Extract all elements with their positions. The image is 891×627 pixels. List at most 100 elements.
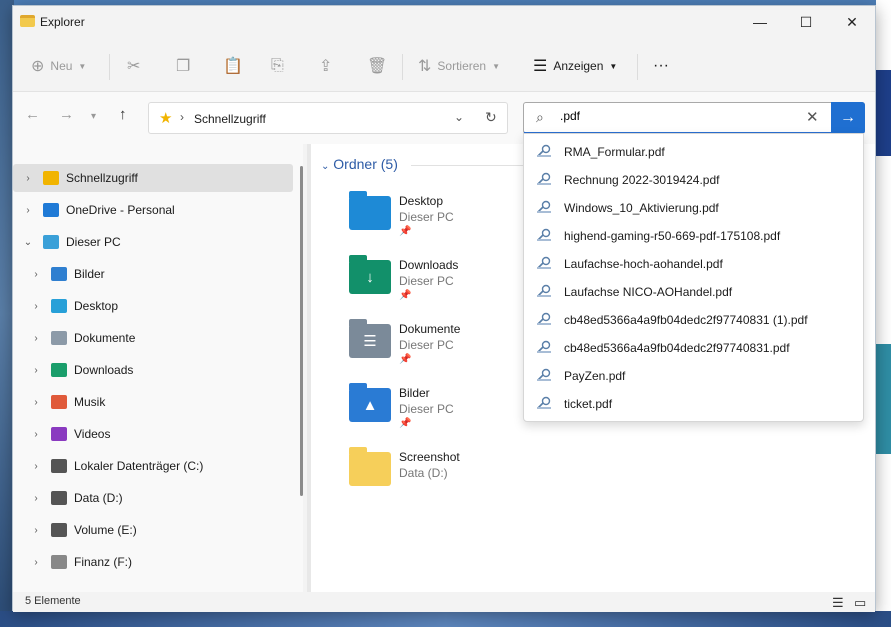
back-button[interactable]: ← bbox=[25, 106, 40, 123]
sidebar-item[interactable]: › Lokaler Datenträger (C:) bbox=[13, 452, 293, 480]
suggestion-label: ticket.pdf bbox=[564, 397, 613, 411]
drive-icon bbox=[51, 491, 67, 505]
view-button[interactable]: ☰ Anzeigen ▼ bbox=[533, 40, 617, 92]
suggestion-item[interactable]: cb48ed5366a4a9fb04dedc2f97740831 (1).pdf bbox=[524, 305, 863, 333]
suggestion-label: Laufachse NICO-AOHandel.pdf bbox=[564, 285, 733, 299]
chevron-down-icon[interactable]: ⌄ bbox=[21, 237, 35, 248]
search-input[interactable] bbox=[560, 109, 790, 123]
sidebar-item[interactable]: › Data (D:) bbox=[13, 484, 293, 512]
suggestion-label: RMA_Formular.pdf bbox=[564, 145, 665, 159]
maximize-button[interactable]: ☐ bbox=[783, 6, 829, 38]
chevron-right-icon[interactable]: › bbox=[29, 429, 43, 440]
suggestion-item[interactable]: ticket.pdf bbox=[524, 389, 863, 417]
sidebar-item[interactable]: › OneDrive - Personal bbox=[13, 196, 293, 224]
rename-button[interactable]: ⎘ bbox=[271, 40, 284, 92]
more-icon: ··· bbox=[653, 57, 669, 74]
sidebar-item[interactable]: › Downloads bbox=[13, 356, 293, 384]
star-icon: ★ bbox=[159, 110, 173, 127]
chevron-right-icon[interactable]: › bbox=[29, 557, 43, 568]
new-button[interactable]: ⊕ Neu ▼ bbox=[31, 40, 86, 92]
sidebar-item[interactable]: › Finanz (F:) bbox=[13, 548, 293, 576]
sidebar-item[interactable]: › Videos bbox=[13, 420, 293, 448]
minimize-button[interactable]: — bbox=[737, 6, 783, 38]
downloads-folder-icon: ↓ bbox=[349, 255, 391, 294]
chevron-right-icon[interactable]: › bbox=[21, 205, 35, 216]
suggestion-item[interactable]: highend-gaming-r50-669-pdf-175108.pdf bbox=[524, 221, 863, 249]
chevron-right-icon[interactable]: › bbox=[29, 461, 43, 472]
sidebar-item-label: Schnellzugriff bbox=[66, 171, 138, 185]
suggestion-item[interactable]: PayZen.pdf bbox=[524, 361, 863, 389]
cloud-icon bbox=[43, 203, 59, 217]
suggestion-label: cb48ed5366a4a9fb04dedc2f97740831 (1).pdf bbox=[564, 313, 808, 327]
folder-location: Dieser PC bbox=[399, 402, 454, 416]
chevron-right-icon[interactable]: › bbox=[29, 269, 43, 280]
chevron-down-icon: ▼ bbox=[609, 61, 618, 71]
share-button[interactable]: ⇪ bbox=[319, 40, 332, 92]
folder-tile[interactable]: ☰ Dokumente Dieser PC 📌 bbox=[349, 319, 549, 376]
suggestion-item[interactable]: cb48ed5366a4a9fb04dedc2f97740831.pdf bbox=[524, 333, 863, 361]
suggestion-item[interactable]: Rechnung 2022-3019424.pdf bbox=[524, 165, 863, 193]
address-path[interactable]: Schnellzugriff bbox=[194, 112, 266, 126]
suggestion-item[interactable]: Laufachse-hoch-aohandel.pdf bbox=[524, 249, 863, 277]
up-button[interactable]: ↑ bbox=[119, 106, 127, 123]
pin-icon: 📌 bbox=[399, 290, 412, 301]
suggestion-label: highend-gaming-r50-669-pdf-175108.pdf bbox=[564, 229, 781, 243]
chevron-down-icon[interactable]: ⌄ bbox=[454, 110, 464, 124]
documents-folder-icon: ☰ bbox=[349, 319, 391, 358]
delete-button[interactable]: 🗑 bbox=[367, 40, 387, 92]
pin-icon: 📌 bbox=[399, 418, 412, 429]
forward-button[interactable]: → bbox=[59, 106, 74, 123]
more-options-button[interactable]: ··· bbox=[653, 40, 669, 92]
star-icon bbox=[43, 171, 59, 185]
sort-button[interactable]: ⇅ Sortieren ▼ bbox=[418, 40, 500, 92]
folder-group-header[interactable]: ⌄ Ordner (5) bbox=[321, 156, 398, 172]
sidebar-item[interactable]: › Musik bbox=[13, 388, 293, 416]
sidebar-item[interactable]: › Bilder bbox=[13, 260, 293, 288]
chevron-right-icon[interactable]: › bbox=[29, 525, 43, 536]
sidebar-item[interactable]: › Desktop bbox=[13, 292, 293, 320]
cut-button[interactable]: ✂ bbox=[127, 40, 140, 92]
chevron-right-icon[interactable]: › bbox=[29, 397, 43, 408]
folder-tile[interactable]: Screenshot Data (D:) bbox=[349, 447, 549, 504]
folder-tile[interactable]: ▲ Bilder Dieser PC 📌 bbox=[349, 383, 549, 440]
navigation-pane: › Schnellzugriff › OneDrive - Personal ⌄ Dies… bbox=[13, 144, 303, 592]
documents-icon bbox=[51, 331, 67, 345]
chevron-right-icon[interactable]: › bbox=[29, 301, 43, 312]
folder-tile[interactable]: Desktop Dieser PC 📌 bbox=[349, 191, 549, 248]
sidebar-item[interactable]: › Schnellzugriff bbox=[13, 164, 293, 192]
refresh-icon[interactable]: ↻ bbox=[485, 109, 497, 126]
clear-search-icon[interactable]: ✕ bbox=[806, 108, 819, 126]
details-view-icon[interactable]: ☰ bbox=[832, 595, 844, 611]
desktop-background-bottom bbox=[0, 611, 891, 627]
paste-button[interactable]: 📋 bbox=[223, 40, 243, 92]
address-bar[interactable]: ★ › Schnellzugriff ⌄ ↻ bbox=[148, 102, 508, 134]
folder-name: Dokumente bbox=[399, 322, 461, 336]
search-history-icon bbox=[536, 396, 552, 410]
folder-group-title: Ordner (5) bbox=[333, 156, 398, 172]
suggestion-item[interactable]: Windows_10_Aktivierung.pdf bbox=[524, 193, 863, 221]
share-icon: ⇪ bbox=[319, 58, 333, 75]
sidebar-item[interactable]: › Dokumente bbox=[13, 324, 293, 352]
copy-button[interactable]: ❐ bbox=[176, 40, 190, 92]
suggestion-item[interactable]: RMA_Formular.pdf bbox=[524, 137, 863, 165]
search-suggestions: RMA_Formular.pdf Rechnung 2022-3019424.pd… bbox=[523, 133, 864, 422]
view-icon: ☰ bbox=[533, 58, 548, 75]
suggestion-item[interactable]: Laufachse NICO-AOHandel.pdf bbox=[524, 277, 863, 305]
sidebar-scrollbar[interactable] bbox=[300, 166, 303, 496]
drive-icon bbox=[51, 523, 67, 537]
computer-icon bbox=[43, 235, 59, 249]
tiles-view-icon[interactable]: ▭ bbox=[854, 595, 866, 611]
search-box[interactable]: ⌕ ✕ → bbox=[523, 102, 865, 134]
chevron-right-icon[interactable]: › bbox=[29, 365, 43, 376]
chevron-right-icon[interactable]: › bbox=[29, 493, 43, 504]
search-submit-button[interactable]: → bbox=[831, 102, 865, 134]
sidebar-item[interactable]: › Volume (E:) bbox=[13, 516, 293, 544]
recent-locations-button[interactable]: ▾ bbox=[91, 111, 96, 122]
downloads-icon bbox=[51, 363, 67, 377]
chevron-right-icon[interactable]: › bbox=[21, 173, 35, 184]
sidebar-item[interactable]: ⌄ Dieser PC bbox=[13, 228, 293, 256]
close-button[interactable]: ✕ bbox=[829, 6, 875, 38]
folder-tile[interactable]: ↓ Downloads Dieser PC 📌 bbox=[349, 255, 549, 312]
chevron-right-icon[interactable]: › bbox=[29, 333, 43, 344]
folder-name: Screenshot bbox=[399, 450, 460, 464]
